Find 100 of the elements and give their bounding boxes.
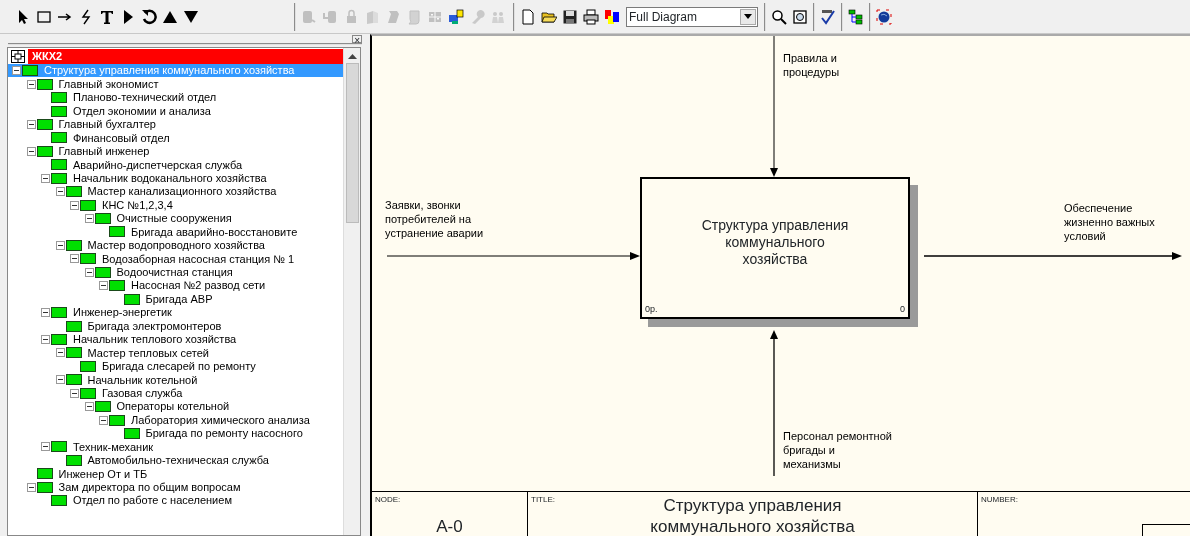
tree-item[interactable]: Мастер канализационного хозяйства [8,184,343,199]
zoom-fit-icon [792,8,808,25]
scrollbar[interactable] [343,48,360,535]
rotate-icon [141,8,157,25]
control-label: Правила и процедуры [783,51,841,79]
tree-item[interactable]: Водоочистная станция [8,265,343,279]
tree-item[interactable]: Насосная №2 развод сети [8,279,343,293]
tree-item[interactable]: Лаборатория химического анализа [8,413,343,427]
tree-icon [848,8,864,25]
diagram-dropdown[interactable]: Full Diagram [626,6,758,27]
tree-item[interactable]: Бригада АВР [8,292,343,306]
activity-icon [51,132,67,144]
tree-item[interactable]: Отдел по работе с населением [8,494,343,508]
frame-label: NUMBER: [981,494,1018,506]
zoom-icon [771,8,787,25]
frame-value: Структура управления коммунального хозяйства [649,495,856,536]
tree-item[interactable]: Бригада по ремонту насосного [8,426,343,441]
activity-icon [51,159,67,171]
activity-icon [80,253,96,265]
collapse-toggle[interactable] [99,415,108,425]
activity-title: Структура управления коммунального хозяйства [700,217,850,268]
collapse-toggle[interactable] [12,66,21,76]
activity-icon [65,454,82,466]
new-file-icon [520,8,536,25]
mechanism-label: Персонал ремонтной бригады и механизмы [783,429,893,471]
collapse-toggle[interactable] [55,187,65,197]
collapse-toggle[interactable] [41,442,50,452]
tree-item[interactable]: Бригада слесарей по ремонту [8,359,343,374]
tree-item[interactable]: Главный инженер [8,144,343,159]
collapse-toggle[interactable] [41,308,50,318]
collapse-toggle[interactable] [70,254,79,264]
tree-item[interactable]: Водозаборная насосная станция № 1 [8,252,343,266]
close-button[interactable]: × [352,35,362,43]
activity-icon [51,307,67,319]
cost-label: 0р. [645,302,658,316]
tree-item[interactable]: Газовая служба [8,386,343,400]
tree-item[interactable]: Начальник котельной [8,373,343,387]
collapse-toggle[interactable] [55,348,65,358]
tree-item[interactable]: Автомобильно-техническая служба [8,453,343,468]
collapse-toggle[interactable] [70,388,79,398]
collapse-toggle[interactable] [55,375,65,385]
box-number: 0 [900,302,905,316]
collapse-toggle[interactable] [26,79,36,89]
tree-item[interactable]: Аварийно-диспетчерская служба [8,158,343,172]
activity-icon [51,495,67,507]
activity-icon [51,105,67,117]
scroll-icon [406,8,422,25]
tree-item[interactable]: Планово-технический отдел [8,90,343,105]
collapse-toggle[interactable] [26,146,36,156]
collapse-toggle[interactable] [70,200,79,210]
tree-item[interactable]: Операторы котельной [8,399,343,414]
diagram-icon [322,8,338,25]
activity-icon [94,213,111,225]
spell-check-icon [820,8,836,25]
caret-icon [744,14,752,19]
tree-item[interactable]: Главный бухгалтер [8,117,343,132]
collapse-toggle[interactable] [84,402,94,412]
tree-item[interactable]: Бригада аварийно-восстановите [8,225,343,239]
activity-icon [51,172,67,184]
text-tool-icon [99,8,115,25]
tree-item[interactable]: Начальник водоканального хозяйства [8,171,343,185]
frame-label: NODE: [375,494,401,506]
activity-icon [36,145,53,157]
activity-icon [80,360,96,372]
tree-item[interactable]: Очистные сооружения [8,211,343,226]
output-label: Обеспечение жизненно важных условий [1064,201,1156,243]
activity-icon [36,118,53,130]
tree-item[interactable]: Финансовый отдел [8,131,343,145]
activity-icon [65,186,82,198]
tree-item[interactable]: Инженер-энергетик [8,305,343,320]
sheet-icon [364,8,380,25]
collapse-toggle[interactable] [55,240,65,250]
collapse-toggle[interactable] [84,267,94,277]
collapse-toggle[interactable] [41,334,50,344]
collapse-toggle[interactable] [26,482,36,492]
input-label: Заявки, звонки потребителей на устранение аварии [385,198,485,240]
collapse-toggle[interactable] [99,281,108,291]
activity-icon [109,280,125,292]
tree-item[interactable]: Мастер тепловых сетей [8,346,343,360]
tree-item[interactable]: Главный экономист [8,77,343,91]
activity-icon [36,78,53,90]
document-icon [385,8,401,25]
activity-icon [65,374,82,386]
frame-value: A-0 [435,516,464,536]
model-name: ЖКХ2 [32,49,63,65]
tree-item[interactable]: КНС №1,2,3,4 [8,198,343,212]
tree-item[interactable]: Зам директора по общим вопросам [8,480,343,494]
tree-item[interactable]: Начальник теплового хозяйства [8,332,343,347]
activity-icon [109,414,125,426]
activity-icon [51,333,67,345]
tree-item[interactable]: Бригада электромонтеров [8,319,343,333]
collapse-toggle[interactable] [84,214,94,224]
collapse-toggle[interactable] [26,119,36,129]
collapse-toggle[interactable] [41,173,50,183]
tree-item[interactable]: Инженер От и ТБ [8,467,343,481]
activity-icon [65,320,82,332]
scroll-up-icon[interactable] [347,53,357,59]
tree-item[interactable]: Мастер водопроводного хозяйства [8,238,343,253]
tree-item[interactable]: Отдел экономии и анализа [8,104,343,118]
tree-item[interactable]: Техник-механик [8,440,343,454]
